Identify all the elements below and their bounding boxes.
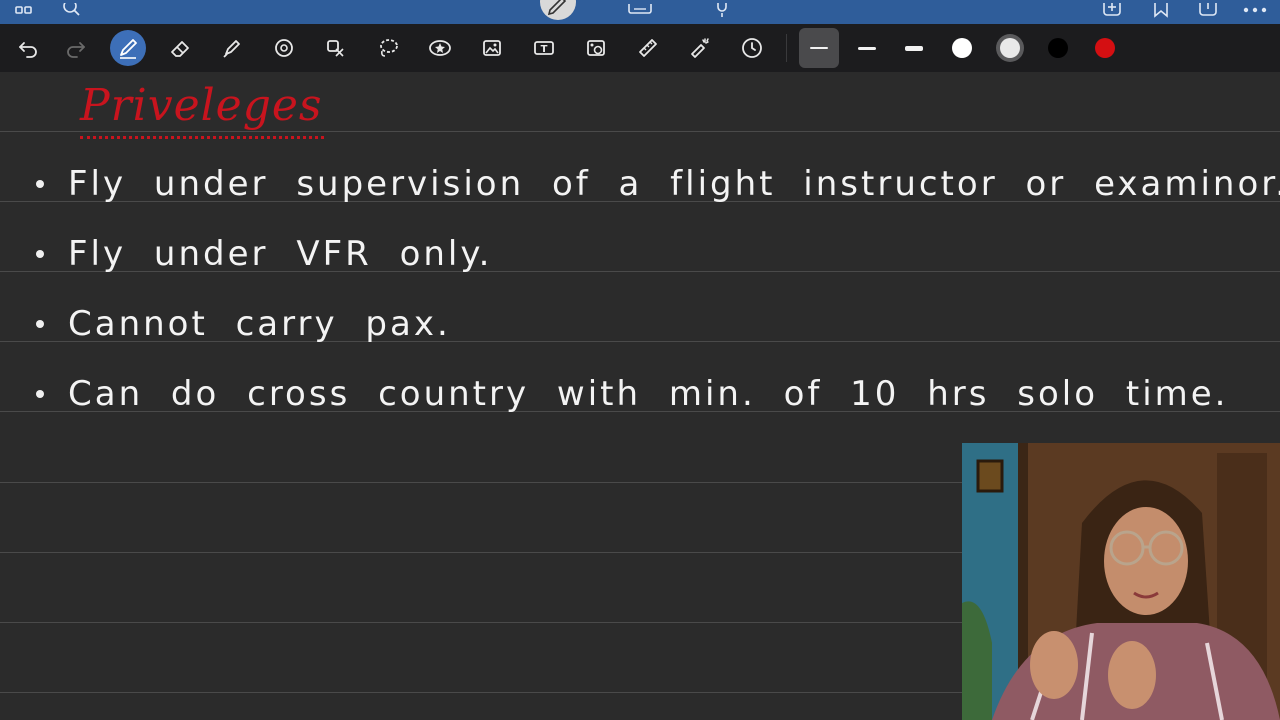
stroke-thin-preview (810, 47, 828, 49)
webcam-overlay (962, 443, 1280, 720)
ruler-icon[interactable] (630, 30, 666, 66)
pen-icon[interactable] (110, 30, 146, 66)
microphone-icon[interactable] (712, 0, 732, 22)
bullet-text: Can do cross country with min. of 10 hrs… (68, 374, 1229, 414)
stroke-medium-preview (858, 46, 876, 50)
shape-icon[interactable] (266, 30, 302, 66)
more-icon[interactable] (1240, 0, 1270, 22)
color-red[interactable] (1095, 38, 1115, 58)
stroke-size-thick[interactable] (894, 28, 934, 68)
list-item: Cannot carry pax. (36, 304, 451, 344)
redo-icon[interactable] (58, 30, 94, 66)
list-item: Fly under VFR only. (36, 234, 492, 274)
bullet-dot (36, 250, 44, 258)
lasso-icon[interactable] (370, 30, 406, 66)
laser-icon[interactable] (682, 30, 718, 66)
toolbar-divider (786, 34, 787, 62)
note-heading: Priveleges (80, 80, 323, 131)
highlighter-icon[interactable] (214, 30, 250, 66)
text-tool-label: T (541, 44, 548, 55)
image-icon[interactable] (474, 30, 510, 66)
heading-underline (80, 136, 324, 139)
presenter-video-frame (962, 443, 1280, 720)
bullet-dot (36, 390, 44, 398)
bullet-text: Fly under VFR only. (68, 234, 493, 274)
undo-icon[interactable] (10, 30, 46, 66)
keyboard-icon[interactable] (628, 0, 652, 22)
pen-mode-icon[interactable] (538, 0, 578, 22)
stroke-thick-preview (905, 45, 923, 51)
text-icon[interactable]: T (526, 30, 562, 66)
star-icon[interactable] (422, 30, 458, 66)
grid-icon[interactable] (12, 0, 36, 22)
page-rule (0, 131, 1280, 132)
eraser-icon[interactable] (162, 30, 198, 66)
stroke-size-medium[interactable] (847, 28, 887, 68)
bullet-dot (36, 320, 44, 328)
bullet-text: Cannot carry pax. (68, 304, 451, 344)
camera-icon[interactable] (578, 30, 614, 66)
add-page-icon[interactable] (1100, 0, 1124, 22)
list-item: Fly under supervision of a flight instru… (36, 164, 1280, 204)
share-icon[interactable] (1196, 0, 1220, 22)
app-top-bar (0, 0, 1280, 24)
sticker-icon[interactable] (318, 30, 354, 66)
drawing-toolbar: T (0, 24, 1280, 72)
bullet-text: Fly under supervision of a flight instru… (68, 164, 1280, 204)
stroke-size-thin[interactable] (799, 28, 839, 68)
bookmark-icon[interactable] (1150, 0, 1172, 22)
color-light-grey-selected[interactable] (996, 34, 1024, 62)
list-item: Can do cross country with min. of 10 hrs… (36, 374, 1228, 414)
bullet-dot (36, 180, 44, 188)
color-black[interactable] (1048, 38, 1068, 58)
search-icon[interactable] (60, 0, 84, 22)
clock-icon[interactable] (734, 30, 770, 66)
color-light-grey-swatch (1000, 38, 1020, 58)
color-white[interactable] (952, 38, 972, 58)
